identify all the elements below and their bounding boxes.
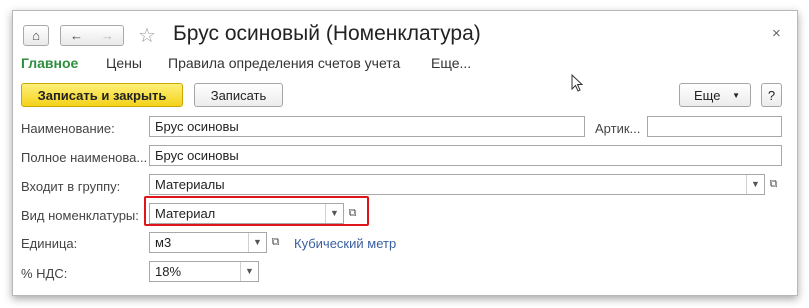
open-icon[interactable]: ⧉ [267, 232, 284, 253]
group-label: Входит в группу: [21, 179, 121, 194]
chevron-down-icon: ▼ [732, 90, 740, 100]
vat-field[interactable]: 18% ▼ [149, 261, 259, 282]
mouse-cursor-icon [571, 74, 584, 92]
tab-prices[interactable]: Цены [106, 55, 142, 71]
vat-value: 18% [155, 264, 182, 279]
tab-main[interactable]: Главное [21, 55, 78, 71]
more-actions-label: Еще [694, 87, 721, 103]
open-icon[interactable]: ⧉ [765, 174, 782, 195]
tab-account-rules[interactable]: Правила определения счетов учета [168, 55, 400, 71]
article-field[interactable] [647, 116, 782, 137]
chevron-down-icon[interactable]: ▼ [248, 233, 266, 252]
unit-label: Единица: [21, 236, 78, 251]
more-actions-button[interactable]: Еще ▼ [679, 83, 751, 107]
group-field[interactable]: Материалы ▼ [149, 174, 765, 195]
highlight-frame [144, 196, 369, 226]
name-field[interactable]: Брус осиновы [149, 116, 585, 137]
full-name-field[interactable]: Брус осиновы [149, 145, 782, 166]
arrow-left-icon[interactable]: ← [70, 28, 83, 43]
form-window: ⌂ ← → ☆ Брус осиновый (Номенклатура) × Г… [12, 10, 798, 296]
close-icon[interactable]: × [772, 25, 781, 42]
arrow-right-icon[interactable]: → [101, 28, 114, 43]
full-name-label: Полное наименова... [21, 150, 148, 165]
help-button[interactable]: ? [761, 83, 782, 107]
name-label: Наименование: [21, 121, 115, 136]
group-value: Материалы [155, 177, 225, 192]
save-and-close-button[interactable]: Записать и закрыть [21, 83, 183, 107]
home-icon: ⌂ [32, 28, 40, 43]
save-button[interactable]: Записать [194, 83, 283, 107]
article-label: Артик... [595, 121, 641, 136]
kind-label: Вид номенклатуры: [21, 208, 139, 223]
chevron-down-icon[interactable]: ▼ [746, 175, 764, 194]
unit-value: м3 [155, 235, 172, 250]
tab-more[interactable]: Еще... [431, 55, 471, 71]
page-title: Брус осиновый (Номенклатура) [173, 22, 481, 45]
home-button[interactable]: ⌂ [23, 25, 49, 46]
star-icon[interactable]: ☆ [138, 23, 156, 48]
vat-label: % НДС: [21, 266, 68, 281]
unit-full-name-link[interactable]: Кубический метр [294, 236, 396, 251]
chevron-down-icon[interactable]: ▼ [240, 262, 258, 281]
unit-field[interactable]: м3 ▼ [149, 232, 267, 253]
history-nav: ← → [60, 25, 124, 46]
